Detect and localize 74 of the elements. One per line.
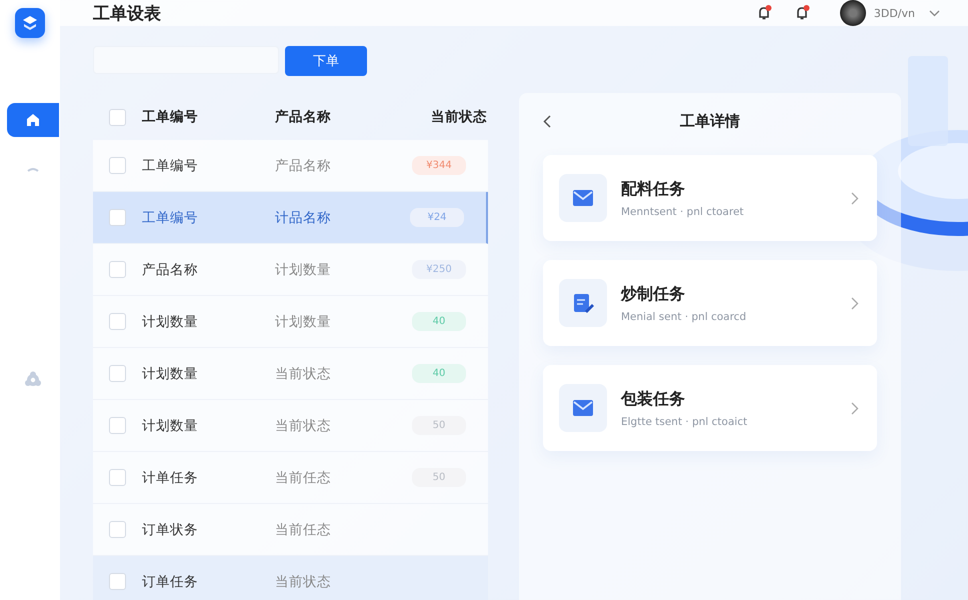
status-badge: ¥344	[412, 156, 466, 175]
chevron-right-icon	[851, 402, 859, 414]
avatar[interactable]	[840, 0, 866, 26]
table-cell-text: 订单状务	[142, 520, 199, 538]
task-subtitle: Menntsent · pnl ctoaret	[621, 206, 744, 218]
chevron-right-icon	[851, 192, 859, 204]
order-button[interactable]: 下单	[285, 46, 367, 76]
table-row[interactable]: 计划数量 当前状态 50	[93, 400, 488, 452]
task-card[interactable]: 炒制任务 Menial sent · pnl coarcd	[543, 260, 877, 346]
table-cell-text: 计划数量	[142, 364, 199, 382]
table-row[interactable]: 计划数量 计划数量 40	[93, 296, 488, 348]
status-badge: ¥24	[410, 208, 464, 227]
status-badge: 50	[412, 468, 466, 487]
table-cell-text: 产品名称	[142, 260, 199, 278]
table-cell-text: 工单编号	[142, 208, 199, 226]
select-all-checkbox[interactable]	[109, 108, 126, 126]
table-cell-text: 当前任态	[275, 468, 332, 486]
envelope-icon	[559, 384, 607, 432]
table-row[interactable]: 产品名称 计划数量 ¥250	[93, 244, 488, 296]
table-cell-text: 产品名称	[275, 156, 332, 174]
table-cell-text: 计划数量	[275, 312, 332, 330]
table-cell-text: 计划数量	[142, 312, 199, 330]
row-checkbox[interactable]	[109, 417, 126, 434]
table-row[interactable]: 计划数量 当前状态 40	[93, 348, 488, 400]
table-cell-text: 计划数量	[275, 260, 332, 278]
column-header: 当前状态	[430, 108, 487, 126]
table-cell-text: 当前任态	[275, 520, 332, 538]
task-card[interactable]: 配料任务 Menntsent · pnl ctoaret	[543, 155, 877, 241]
user-name[interactable]: 3DD/vn	[874, 6, 915, 20]
column-header: 产品名称	[275, 108, 332, 126]
panel-title: 工单详情	[680, 112, 740, 130]
task-title: 配料任务	[621, 178, 685, 200]
row-checkbox[interactable]	[109, 365, 126, 382]
row-checkbox[interactable]	[109, 157, 126, 174]
chevron-right-icon	[851, 296, 859, 310]
table-row[interactable]: 订单状务 当前任态	[93, 504, 488, 556]
row-checkbox[interactable]	[109, 573, 126, 590]
task-subtitle: Menial sent · pnl coarcd	[621, 310, 746, 322]
table-cell-text: 计单任务	[142, 468, 199, 486]
row-checkbox[interactable]	[109, 313, 126, 330]
row-checkbox[interactable]	[109, 521, 126, 538]
table-cell-text: 计品名称	[275, 208, 332, 226]
row-checkbox[interactable]	[109, 209, 126, 226]
table-cell-text: 当前状态	[275, 572, 332, 590]
status-badge: 40	[412, 364, 466, 383]
settings-icon	[24, 371, 42, 389]
envelope-icon	[559, 174, 607, 222]
home-nav-item[interactable]	[7, 103, 59, 137]
task-title: 包装任务	[621, 388, 685, 410]
home-icon	[25, 112, 41, 128]
table-row[interactable]: 工单编号 计品名称 ¥24	[93, 192, 488, 244]
arc-icon	[25, 167, 41, 173]
page-title: 工单设表	[93, 2, 161, 24]
table-row[interactable]: 订单任务 当前状态	[93, 556, 488, 600]
row-checkbox[interactable]	[109, 469, 126, 486]
table-row[interactable]: 工单编号 产品名称 ¥344	[93, 140, 488, 192]
task-subtitle: Elgtte tsent · pnl ctoaict	[621, 416, 748, 428]
table-row[interactable]: 计单任务 当前任态 50	[93, 452, 488, 504]
back-icon[interactable]	[543, 114, 551, 128]
table-cell-text: 订单任务	[142, 572, 199, 590]
table-cell-text: 计划数量	[142, 416, 199, 434]
logo-icon	[15, 8, 45, 38]
table-cell-text: 工单编号	[142, 156, 199, 174]
row-checkbox[interactable]	[109, 261, 126, 278]
task-title: 炒制任务	[621, 284, 685, 304]
task-card[interactable]: 包装任务 Elgtte tsent · pnl ctoaict	[543, 365, 877, 451]
caret-icon[interactable]	[929, 10, 940, 16]
status-badge: ¥250	[412, 260, 466, 279]
table-cell-text: 当前状态	[275, 364, 332, 382]
table-cell-text: 当前状态	[275, 416, 332, 434]
status-badge: 40	[412, 312, 466, 331]
column-header: 工单编号	[142, 108, 199, 126]
status-badge: 50	[412, 416, 466, 435]
document-pen-icon	[559, 279, 607, 327]
